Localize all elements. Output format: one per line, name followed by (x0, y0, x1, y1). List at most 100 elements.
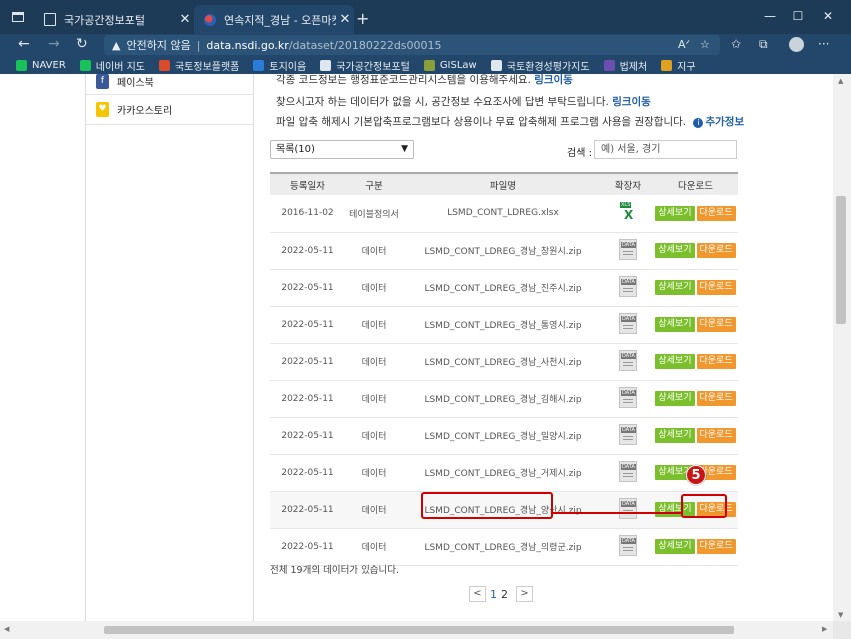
extension-cell (603, 195, 653, 233)
bookmark-icon (253, 59, 265, 71)
download-button[interactable]: 다운로드 (696, 243, 736, 258)
filename-cell: LSMD_CONT_LDREG_경남_거제시.zip (403, 454, 603, 492)
table-row: 2022-05-11데이터LSMD_CONT_LDREG_경남_밀양시.zip 상… (270, 417, 738, 455)
download-button[interactable]: 다운로드 (696, 428, 736, 443)
warning-icon[interactable]: ▲ (112, 39, 120, 52)
next-page-button[interactable]: > (516, 586, 533, 602)
share-label: 카카오스토리 (117, 105, 173, 117)
profile-avatar[interactable] (789, 37, 804, 52)
bookmark-item[interactable]: 국가공간정보포털 (320, 58, 410, 73)
maximize-icon[interactable]: ☐ (782, 9, 814, 23)
favorite-star-icon[interactable]: ☆ (700, 38, 710, 51)
extension-cell (603, 528, 653, 566)
extension-cell (603, 417, 653, 455)
download-cell: 상세보기 다운로드 (653, 195, 738, 233)
code-link[interactable]: 링크이동 (534, 74, 573, 86)
bookmark-icon (661, 59, 673, 71)
type-cell: 데이터 (345, 343, 403, 381)
tab-open-market[interactable]: 연속지적_경남 - 오픈마켓 ✕ (194, 5, 354, 34)
prev-page-button[interactable]: < (469, 586, 486, 602)
detail-button[interactable]: 상세보기 (655, 428, 695, 443)
filename-cell: LSMD_CONT_LDREG_경남_진주시.zip (403, 269, 603, 307)
more-info-link[interactable]: 추가정보 (705, 116, 744, 128)
share-label: 페이스북 (117, 77, 154, 89)
note-code-info: 각종 코드정보는 행정표준코드관리시스템을 이용해주세요. 링크이동 (276, 74, 573, 87)
total-count: 전체 19개의 데이터가 있습니다. (270, 565, 400, 576)
download-cell: 상세보기 다운로드 (653, 528, 738, 566)
page-link-1[interactable]: 1 (490, 588, 497, 601)
url-field[interactable]: ▲ 안전하지 않음 | data.nsdi.go.kr /dataset/201… (104, 35, 720, 55)
detail-button[interactable]: 상세보기 (655, 280, 695, 295)
data-file-icon (619, 460, 637, 482)
share-facebook[interactable]: f 페이스북 (96, 74, 154, 96)
window-menu-icon[interactable] (12, 12, 24, 22)
more-menu-icon[interactable]: ··· (818, 37, 829, 51)
page-size-select[interactable]: 목록(10) ▼ (270, 140, 414, 159)
highlight-connector (553, 512, 682, 514)
page-link-2[interactable]: 2 (501, 588, 508, 601)
new-tab-icon[interactable]: + (356, 9, 369, 28)
bookmark-item[interactable]: 토지이음 (253, 58, 306, 73)
close-tab-icon[interactable]: ✕ (176, 12, 194, 27)
download-button[interactable]: 다운로드 (696, 205, 736, 221)
bookmark-icon (603, 59, 615, 71)
filename-cell: LSMD_CONT_LDREG_경남_통영시.zip (403, 306, 603, 344)
table-row: 2022-05-11데이터LSMD_CONT_LDREG_경남_통영시.zip 상… (270, 306, 738, 344)
step-badge: 5 (686, 465, 706, 485)
data-file-icon (619, 275, 637, 297)
scroll-right-icon[interactable]: ▶ (822, 625, 827, 633)
bookmark-item[interactable]: GISLaw (423, 59, 477, 71)
detail-button[interactable]: 상세보기 (655, 354, 695, 369)
download-button[interactable]: 다운로드 (696, 280, 736, 295)
horizontal-scrollbar[interactable]: ◀ ▶ (0, 621, 833, 639)
detail-button[interactable]: 상세보기 (655, 205, 695, 221)
filename-cell: LSMD_CONT_LDREG_경남_김해시.zip (403, 380, 603, 418)
vertical-scrollbar[interactable]: ▲ ▼ (833, 74, 851, 621)
download-button[interactable]: 다운로드 (696, 354, 736, 369)
page-content: f 페이스북 ♥ 카카오스토리 각종 코드정보는 행정표준코드관리시스템을 이용… (0, 74, 833, 621)
detail-button[interactable]: 상세보기 (655, 317, 695, 332)
bookmark-item[interactable]: 지구 (661, 58, 696, 73)
bookmark-item[interactable]: NAVER (16, 59, 66, 71)
table-row: 2022-05-11데이터LSMD_CONT_LDREG_경남_창원시.zip 상… (270, 232, 738, 270)
scroll-thumb[interactable] (836, 196, 846, 324)
bookmarks-bar: NAVER 네이버 지도 국토정보플랫폼 토지이음 국가공간정보포털 GISLaw 국토환경… (0, 56, 851, 74)
search-input[interactable]: 예) 서울, 경기 (594, 140, 737, 159)
scroll-thumb[interactable] (104, 626, 734, 634)
close-window-icon[interactable]: ✕ (812, 9, 844, 23)
data-file-icon (619, 312, 637, 334)
bookmark-item[interactable]: 국토정보플랫폼 (158, 58, 239, 73)
filename-cell: LSMD_CONT_LDREG_경남_창원시.zip (403, 232, 603, 270)
scroll-up-icon[interactable]: ▲ (838, 77, 843, 85)
bookmark-item[interactable]: 법제처 (603, 58, 647, 73)
bookmark-label: 국토환경성평가지도 (506, 61, 590, 73)
data-file-icon (619, 349, 637, 371)
bookmark-item[interactable]: 국토환경성평가지도 (490, 58, 590, 73)
bookmark-item[interactable]: 네이버 지도 (79, 58, 145, 73)
scroll-down-icon[interactable]: ▼ (838, 611, 843, 619)
detail-button[interactable]: 상세보기 (655, 243, 695, 258)
survey-link[interactable]: 링크이동 (612, 96, 651, 108)
tab-national-spatial-portal[interactable]: 국가공간정보포털 ✕ (34, 5, 194, 34)
download-button[interactable]: 다운로드 (696, 317, 736, 332)
download-button[interactable]: 다운로드 (696, 539, 736, 554)
close-tab-icon[interactable]: ✕ (336, 12, 354, 27)
scroll-left-icon[interactable]: ◀ (4, 625, 9, 633)
forward-icon[interactable]: → (48, 36, 60, 52)
read-aloud-icon[interactable]: Aᐟ (678, 38, 690, 51)
share-kakaostory[interactable]: ♥ 카카오스토리 (96, 94, 172, 124)
detail-button[interactable]: 상세보기 (655, 391, 695, 406)
kakaostory-icon: ♥ (96, 101, 109, 117)
download-cell: 상세보기 다운로드 (653, 343, 738, 381)
download-cell: 상세보기 다운로드 (653, 306, 738, 344)
note-unzip: 파일 압축 해제시 기본압축프로그램보다 상용이나 무료 압축해제 프로그램 사… (276, 114, 744, 129)
note-text: 각종 코드정보는 행정표준코드관리시스템을 이용해주세요. (276, 74, 531, 86)
download-button[interactable]: 다운로드 (696, 391, 736, 406)
tab-title: 국가공간정보포털 (64, 13, 145, 27)
detail-button[interactable]: 상세보기 (655, 539, 695, 554)
collections-icon[interactable]: ⧉ (759, 37, 768, 52)
filename-cell: LSMD_CONT_LDREG_경남_의령군.zip (403, 528, 603, 566)
back-icon[interactable]: ← (18, 36, 30, 52)
favorites-icon[interactable]: ✩ (731, 37, 741, 51)
refresh-icon[interactable]: ↻ (76, 36, 88, 52)
